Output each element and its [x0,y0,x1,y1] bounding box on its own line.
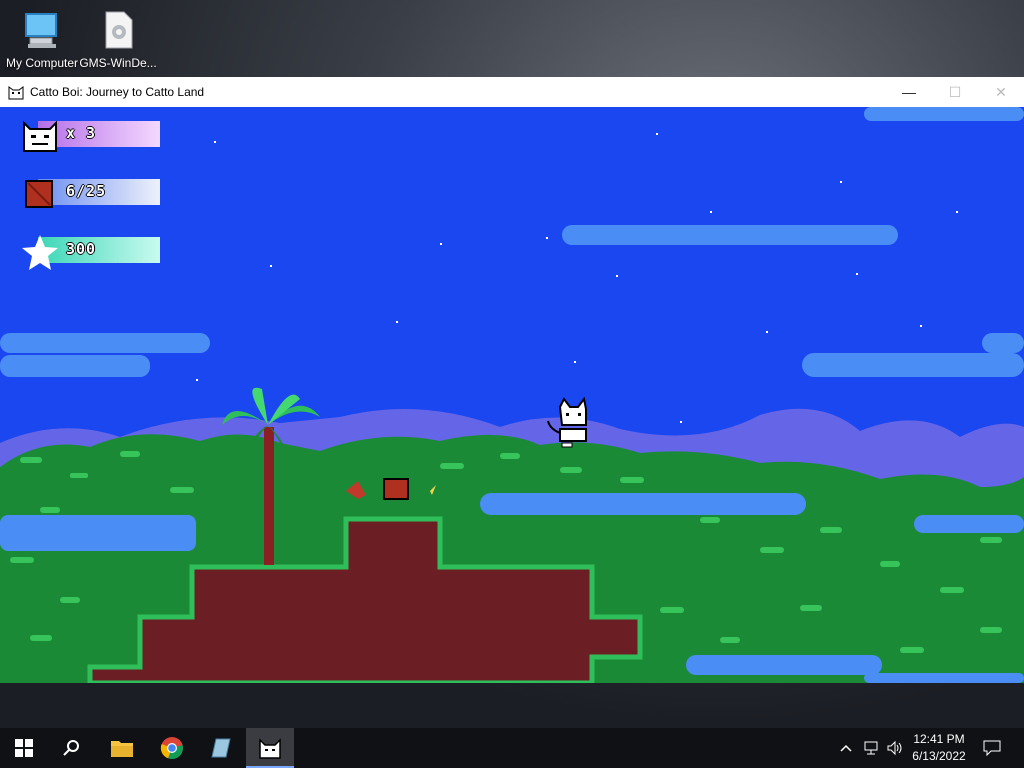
hud-lives-text: x 3 [66,124,97,142]
volume-button[interactable] [884,728,906,768]
hud-crates: 6/25 [20,175,160,208]
notification-icon [983,740,1001,756]
window-title: Catto Boi: Journey to Catto Land [30,85,205,99]
clock-date: 6/13/2022 [912,749,966,763]
hud-lives: x 3 [20,117,160,152]
maximize-button[interactable]: ☐ [932,77,978,107]
start-icon [15,739,33,757]
catto-app-icon [8,86,24,100]
catto-boi-taskbar-button[interactable] [246,728,294,768]
file-explorer-icon [111,741,133,757]
game-viewport[interactable]: x 3 6/25 300 [0,107,1024,683]
desktop-icon-label: My Computer [5,56,79,70]
file-explorer-button[interactable] [98,728,146,768]
search-button[interactable] [48,728,96,768]
catto-boi-icon [259,738,281,759]
crate-icon [25,180,53,208]
cat-face-icon [23,120,57,152]
computer-icon [25,13,57,48]
chrome-icon [160,737,183,760]
network-button[interactable] [860,728,882,768]
desktop-icon-my-computer[interactable]: My Computer [2,6,82,70]
speaker-icon [887,740,902,756]
hud-crates-text: 6/25 [66,182,107,200]
hud-score: 300 [20,233,160,270]
game-window: Catto Boi: Journey to Catto Land — ☐ ✕ x… [0,77,1024,683]
crate-pickup [383,478,409,500]
close-button[interactable]: ✕ [978,77,1024,107]
stars [150,133,986,435]
settings-file-icon [105,11,133,49]
gms-runner-button[interactable] [198,728,246,768]
window-titlebar[interactable]: Catto Boi: Journey to Catto Land — ☐ ✕ [0,77,1024,107]
search-icon [63,740,79,756]
show-hidden-icons-button[interactable] [836,728,856,768]
hud-score-text: 300 [66,240,97,258]
clock[interactable]: 12:41 PM 6/13/2022 [904,731,974,765]
notifications-button[interactable] [978,728,1006,768]
start-button[interactable] [0,728,48,768]
desktop-icon-gms-windev[interactable]: GMS-WinDe... [78,6,158,70]
chrome-button[interactable] [148,728,196,768]
minimize-button[interactable]: — [886,77,932,107]
chevron-up-icon [840,744,852,752]
taskbar: 12:41 PM 6/13/2022 [0,728,1024,768]
star-icon [22,235,58,270]
desktop-icon-label: GMS-WinDe... [79,56,157,70]
network-icon [864,741,878,755]
clock-time: 12:41 PM [913,732,965,746]
gms-runner-icon [211,738,231,758]
